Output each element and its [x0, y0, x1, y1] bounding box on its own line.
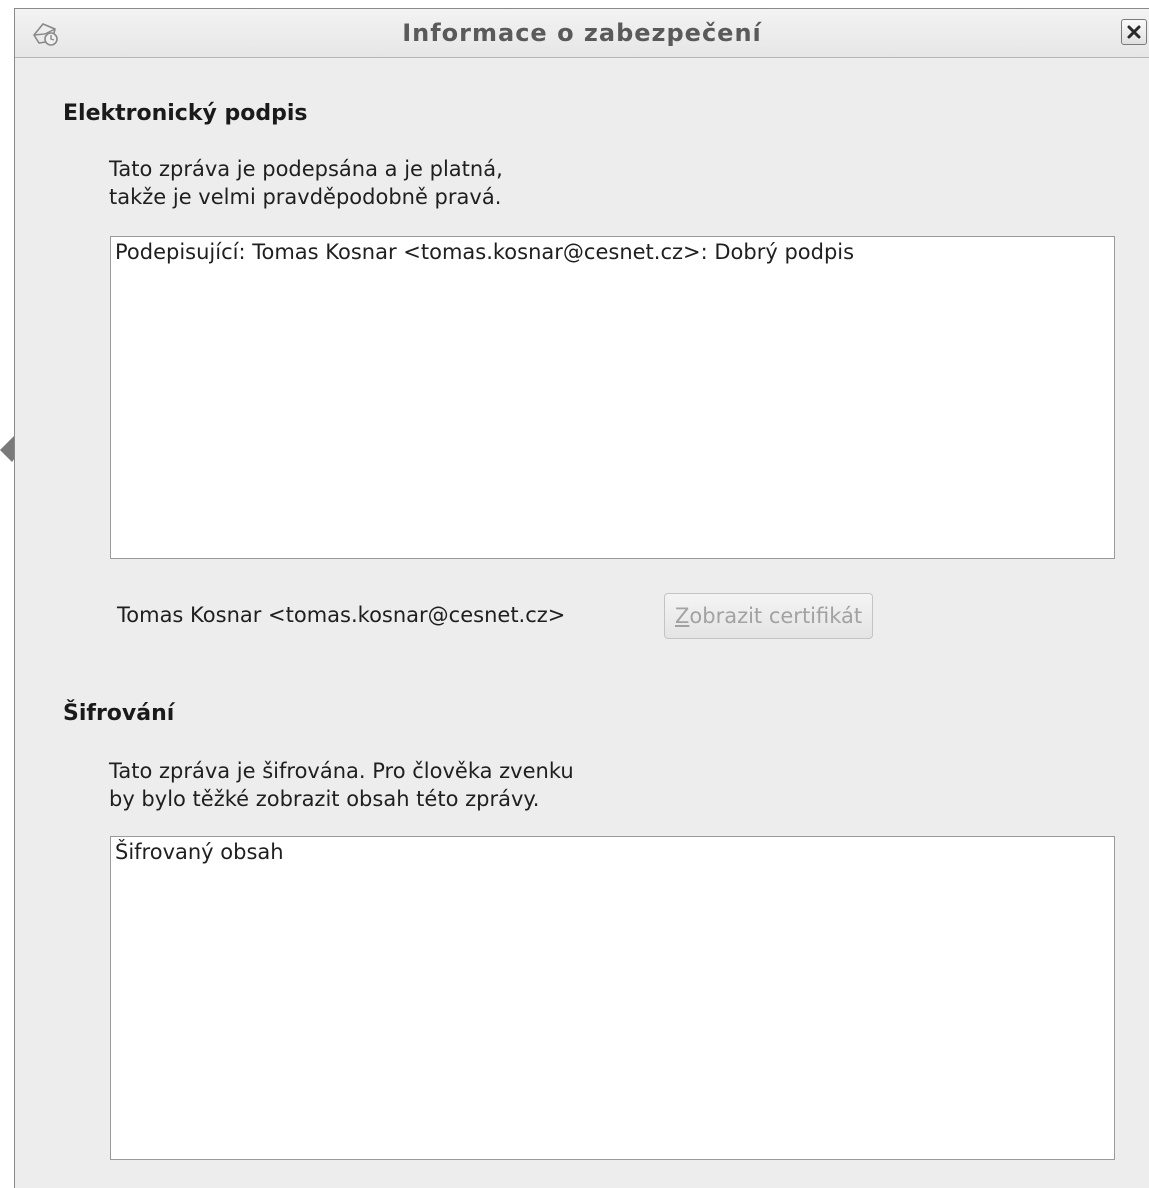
- close-icon: [1127, 25, 1141, 39]
- signature-heading: Elektronický podpis: [63, 101, 308, 126]
- view-certificate-mnemonic: Z: [675, 604, 690, 628]
- signature-details-textbox[interactable]: Podepisující: Tomas Kosnar <tomas.kosnar…: [110, 236, 1115, 559]
- signature-description: Tato zpráva je podepsána a je platná, ta…: [109, 155, 503, 211]
- dialog-title: Informace o zabezpečení: [402, 19, 762, 47]
- signature-description-line1: Tato zpráva je podepsána a je platná,: [109, 157, 503, 181]
- signer-name: Tomas Kosnar <tomas.kosnar@cesnet.cz>: [117, 603, 566, 627]
- security-info-dialog: Informace o zabezpečení Elektronický pod…: [14, 8, 1149, 1188]
- signature-description-line2: takže je velmi pravděpodobně pravá.: [109, 185, 502, 209]
- encryption-description-line1: Tato zpráva je šifrována. Pro člověka zv…: [109, 759, 574, 783]
- encryption-description-line2: by bylo těžké zobrazit obsah této zprávy…: [109, 787, 540, 811]
- encryption-heading: Šifrování: [63, 701, 175, 726]
- view-certificate-label: obrazit certifikát: [689, 604, 863, 628]
- view-certificate-button[interactable]: Zobrazit certifikát: [664, 593, 874, 639]
- page: Informace o zabezpečení Elektronický pod…: [0, 0, 1149, 1188]
- signature-details-text: Podepisující: Tomas Kosnar <tomas.kosnar…: [115, 240, 855, 264]
- encryption-details-text: Šifrovaný obsah: [115, 840, 284, 864]
- title-bar[interactable]: Informace o zabezpečení: [15, 9, 1149, 58]
- encryption-description: Tato zpráva je šifrována. Pro člověka zv…: [109, 757, 574, 813]
- encryption-details-textbox[interactable]: Šifrovaný obsah: [110, 836, 1115, 1160]
- close-button[interactable]: [1121, 19, 1147, 45]
